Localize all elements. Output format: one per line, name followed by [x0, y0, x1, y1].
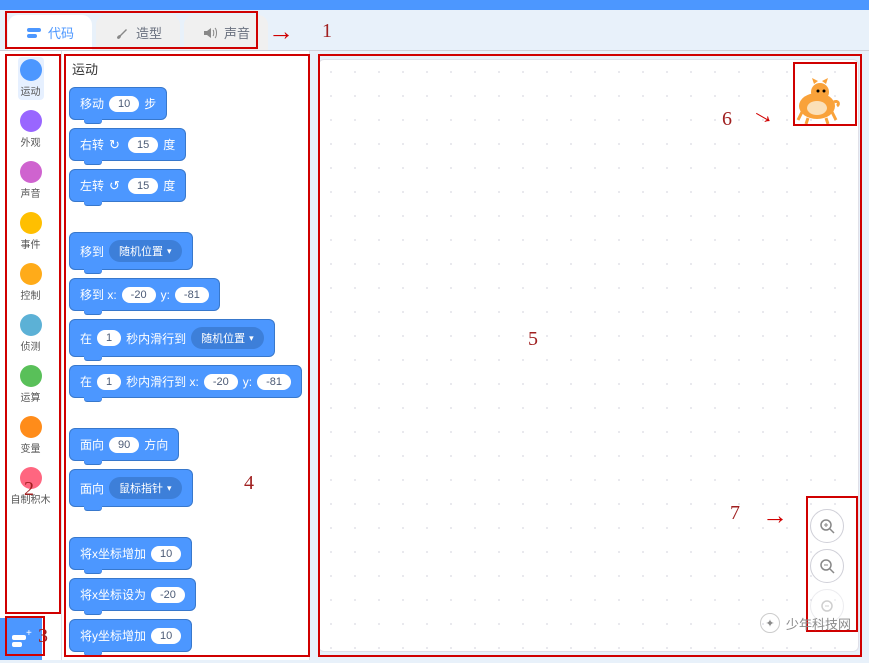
- watermark-text: 少年科技网: [786, 614, 851, 633]
- sound-icon: [202, 25, 218, 41]
- tab-sounds[interactable]: 声音: [184, 15, 268, 50]
- wechat-icon: ✦: [760, 613, 780, 633]
- block-glide-xy[interactable]: 在1秒内滑行到 x:-20y:-81: [70, 366, 301, 397]
- category-label: 侦测: [21, 338, 41, 353]
- svg-text:+: +: [26, 628, 32, 639]
- tab-costumes[interactable]: 造型: [96, 15, 180, 50]
- code-icon: [26, 25, 42, 41]
- tab-label: 声音: [224, 23, 250, 42]
- category-声音[interactable]: 声音: [18, 159, 44, 202]
- goto-dropdown[interactable]: 随机位置: [109, 240, 182, 262]
- category-label: 运动: [21, 83, 41, 98]
- category-column: 运动外观声音事件控制侦测运算变量自制积木 +: [0, 51, 62, 660]
- category-color-icon: [20, 314, 42, 336]
- category-控制[interactable]: 控制: [18, 261, 44, 304]
- block-change-x[interactable]: 将x坐标增加10: [70, 538, 191, 569]
- watermark: ✦ 少年科技网: [760, 613, 851, 633]
- category-运动[interactable]: 运动: [18, 57, 44, 100]
- category-label: 变量: [21, 440, 41, 455]
- annotation-number: 4: [244, 472, 254, 495]
- category-color-icon: [20, 416, 42, 438]
- category-变量[interactable]: 变量: [18, 414, 44, 457]
- dx-input[interactable]: 10: [151, 546, 181, 562]
- y-input[interactable]: -81: [175, 287, 209, 303]
- degrees-input[interactable]: 15: [128, 178, 158, 194]
- annotation-number: 6: [722, 108, 732, 131]
- annotation-number: 7: [730, 502, 740, 525]
- category-color-icon: [20, 365, 42, 387]
- tab-label: 代码: [48, 23, 74, 42]
- category-color-icon: [20, 59, 42, 81]
- x-input[interactable]: -20: [122, 287, 156, 303]
- tab-code[interactable]: 代码: [8, 15, 92, 50]
- direction-input[interactable]: 90: [109, 437, 139, 453]
- category-运算[interactable]: 运算: [18, 363, 44, 406]
- block-set-x[interactable]: 将x坐标设为-20: [70, 579, 195, 610]
- turn-left-icon: ↺: [109, 178, 123, 194]
- annotation-number: 1: [322, 20, 332, 43]
- block-point-direction[interactable]: 面向90方向: [70, 429, 178, 460]
- add-extension-button[interactable]: +: [0, 618, 42, 660]
- palette-title: 运动: [70, 59, 309, 78]
- block-turn-right[interactable]: 右转↻15度: [70, 129, 185, 160]
- x-input[interactable]: -20: [204, 374, 238, 390]
- tab-label: 造型: [136, 23, 162, 42]
- category-label: 声音: [21, 185, 41, 200]
- block-goto-menu[interactable]: 移到随机位置: [70, 233, 192, 269]
- category-label: 控制: [21, 287, 41, 302]
- sprite-thumbnail[interactable]: [790, 74, 844, 128]
- annotation-number: 3: [38, 625, 48, 648]
- block-glide-menu[interactable]: 在1秒内滑行到随机位置: [70, 320, 274, 356]
- zoom-out-button[interactable]: [810, 549, 844, 583]
- block-move-steps[interactable]: 移动10步: [70, 88, 166, 119]
- category-外观[interactable]: 外观: [18, 108, 44, 151]
- zoom-controls: [810, 509, 844, 623]
- x-input[interactable]: -20: [151, 587, 185, 603]
- dy-input[interactable]: 10: [151, 628, 181, 644]
- steps-input[interactable]: 10: [109, 96, 139, 112]
- glide-dropdown[interactable]: 随机位置: [191, 327, 264, 349]
- y-input[interactable]: -81: [257, 374, 291, 390]
- zoom-in-button[interactable]: [810, 509, 844, 543]
- annotation-number: 2: [24, 478, 34, 501]
- scripts-workspace[interactable]: [318, 59, 859, 652]
- category-事件[interactable]: 事件: [18, 210, 44, 253]
- tabs-bar: 代码 造型 声音: [0, 10, 869, 50]
- brush-icon: [114, 25, 130, 41]
- category-color-icon: [20, 161, 42, 183]
- category-color-icon: [20, 212, 42, 234]
- block-turn-left[interactable]: 左转↺15度: [70, 170, 185, 201]
- arrow-icon: →: [762, 500, 788, 531]
- degrees-input[interactable]: 15: [128, 137, 158, 153]
- annotation-number: 5: [528, 328, 538, 351]
- block-point-towards[interactable]: 面向鼠标指针: [70, 470, 192, 506]
- point-dropdown[interactable]: 鼠标指针: [109, 477, 182, 499]
- category-color-icon: [20, 263, 42, 285]
- secs-input[interactable]: 1: [97, 374, 121, 390]
- arrow-icon: →: [268, 16, 294, 47]
- category-label: 运算: [21, 389, 41, 404]
- category-label: 外观: [21, 134, 41, 149]
- block-change-y[interactable]: 将y坐标增加10: [70, 620, 191, 651]
- turn-right-icon: ↻: [109, 137, 123, 153]
- category-侦测[interactable]: 侦测: [18, 312, 44, 355]
- category-label: 事件: [21, 236, 41, 251]
- block-goto-xy[interactable]: 移到 x:-20y:-81: [70, 279, 219, 310]
- block-palette: 运动 移动10步 右转↻15度 左转↺15度 移到随机位置 移到 x:-20y:…: [62, 51, 310, 660]
- secs-input[interactable]: 1: [97, 330, 121, 346]
- category-color-icon: [20, 110, 42, 132]
